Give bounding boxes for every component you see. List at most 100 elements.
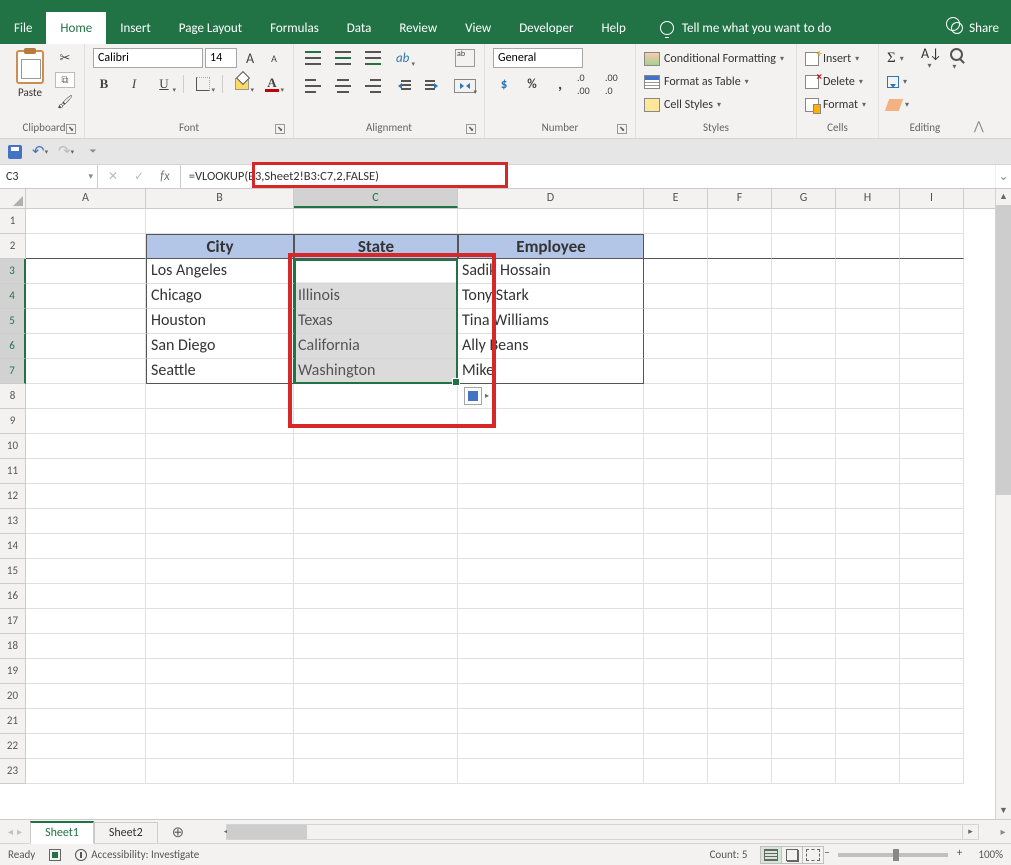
cell-C6[interactable]: California [294,334,458,359]
cell-C18[interactable] [294,634,458,659]
cell-I15[interactable] [900,559,964,584]
cell-C3[interactable]: California [294,259,458,284]
increase-indent-button[interactable] [422,76,444,96]
cell-F10[interactable] [708,434,772,459]
cell-G2[interactable] [772,234,836,259]
cell-H11[interactable] [836,459,900,484]
cell-B9[interactable] [146,409,294,434]
cell-H7[interactable] [836,359,900,384]
copy-button[interactable]: ⧉ [54,70,76,90]
number-format-combo[interactable] [493,48,583,68]
cell-I20[interactable] [900,684,964,709]
cell-F12[interactable] [708,484,772,509]
cell-E20[interactable] [644,684,708,709]
row-header-2[interactable]: 2 [0,234,26,259]
cell-F15[interactable] [708,559,772,584]
autosum-button[interactable]: Σ▾ [887,48,913,69]
cell-B11[interactable] [146,459,294,484]
cell-A7[interactable] [26,359,146,384]
cell-F18[interactable] [708,634,772,659]
increase-decimal-button[interactable]: .0 .00 [577,74,599,94]
cell-E23[interactable] [644,759,708,784]
cell-G10[interactable] [772,434,836,459]
horizontal-scrollbar[interactable]: ◂ ▸ [226,824,979,840]
cell-A4[interactable] [26,284,146,309]
view-normal-button[interactable] [760,846,782,864]
formula-input[interactable]: =VLOOKUP(B3,Sheet2!B3:C7,2,FALSE) [181,165,995,188]
cell-G20[interactable] [772,684,836,709]
cell-A16[interactable] [26,584,146,609]
cell-F4[interactable] [708,284,772,309]
cell-H17[interactable] [836,609,900,634]
row-header-16[interactable]: 16 [0,584,26,609]
cell-E11[interactable] [644,459,708,484]
cell-D13[interactable] [458,509,644,534]
font-launcher[interactable]: ⬊ [275,124,285,134]
cell-I16[interactable] [900,584,964,609]
cell-D10[interactable] [458,434,644,459]
accessibility-status[interactable]: Accessibility: Investigate [75,848,199,861]
row-header-14[interactable]: 14 [0,534,26,559]
tab-data[interactable]: Data [333,12,386,44]
fill-button[interactable]: ▾ [887,71,913,92]
cell-H8[interactable] [836,384,900,409]
cell-F7[interactable] [708,359,772,384]
cell-F17[interactable] [708,609,772,634]
cell-D22[interactable] [458,734,644,759]
font-size-combo[interactable] [205,48,237,68]
cell-H6[interactable] [836,334,900,359]
cell-H3[interactable] [836,259,900,284]
cell-G11[interactable] [772,459,836,484]
cell-A14[interactable] [26,534,146,559]
cell-H14[interactable] [836,534,900,559]
cell-F16[interactable] [708,584,772,609]
cell-C8[interactable] [294,384,458,409]
row-header-9[interactable]: 9 [0,409,26,434]
cell-A9[interactable] [26,409,146,434]
cell-D6[interactable]: Ally Beans [458,334,644,359]
cell-B12[interactable] [146,484,294,509]
cell-B1[interactable] [146,209,294,234]
orientation-button[interactable]: ab▾ [392,48,414,68]
qat-customize[interactable]: ⏷ [84,143,102,161]
cell-E10[interactable] [644,434,708,459]
zoom-slider[interactable] [838,853,948,857]
font-color-button[interactable]: A▾ [261,74,283,94]
cell-C21[interactable] [294,709,458,734]
save-button[interactable] [6,143,24,161]
cell-E3[interactable] [644,259,708,284]
cell-E4[interactable] [644,284,708,309]
cell-D19[interactable] [458,659,644,684]
cell-H20[interactable] [836,684,900,709]
cell-I2[interactable] [900,234,964,259]
clipboard-launcher[interactable]: ⬊ [66,124,76,134]
cell-I6[interactable] [900,334,964,359]
cell-A15[interactable] [26,559,146,584]
row-header-5[interactable]: 5 [0,309,26,334]
cell-A22[interactable] [26,734,146,759]
cell-F11[interactable] [708,459,772,484]
sheet-nav-first[interactable]: ◂ [8,825,13,838]
cut-button[interactable]: ✂ [54,48,76,68]
cell-I5[interactable] [900,309,964,334]
expand-formula-bar-button[interactable]: ⌄ [995,165,1011,188]
cell-G16[interactable] [772,584,836,609]
column-header-c[interactable]: C [294,189,458,208]
cell-B19[interactable] [146,659,294,684]
cell-H16[interactable] [836,584,900,609]
name-box[interactable]: C3 [0,165,98,188]
wrap-text-button[interactable]: ab [454,48,476,68]
view-page-layout-button[interactable] [781,846,803,864]
cell-H18[interactable] [836,634,900,659]
cell-H4[interactable] [836,284,900,309]
cell-C23[interactable] [294,759,458,784]
cell-E9[interactable] [644,409,708,434]
cell-D14[interactable] [458,534,644,559]
cell-G7[interactable] [772,359,836,384]
spreadsheet-grid[interactable]: ABCDEFGHI 12CityStateEmployee3Los Angele… [0,189,1011,819]
cell-D9[interactable] [458,409,644,434]
cell-C7[interactable]: Washington [294,359,458,384]
delete-cells-button[interactable]: Delete ▾ [805,71,867,92]
cell-B7[interactable]: Seattle [146,359,294,384]
cell-I3[interactable] [900,259,964,284]
